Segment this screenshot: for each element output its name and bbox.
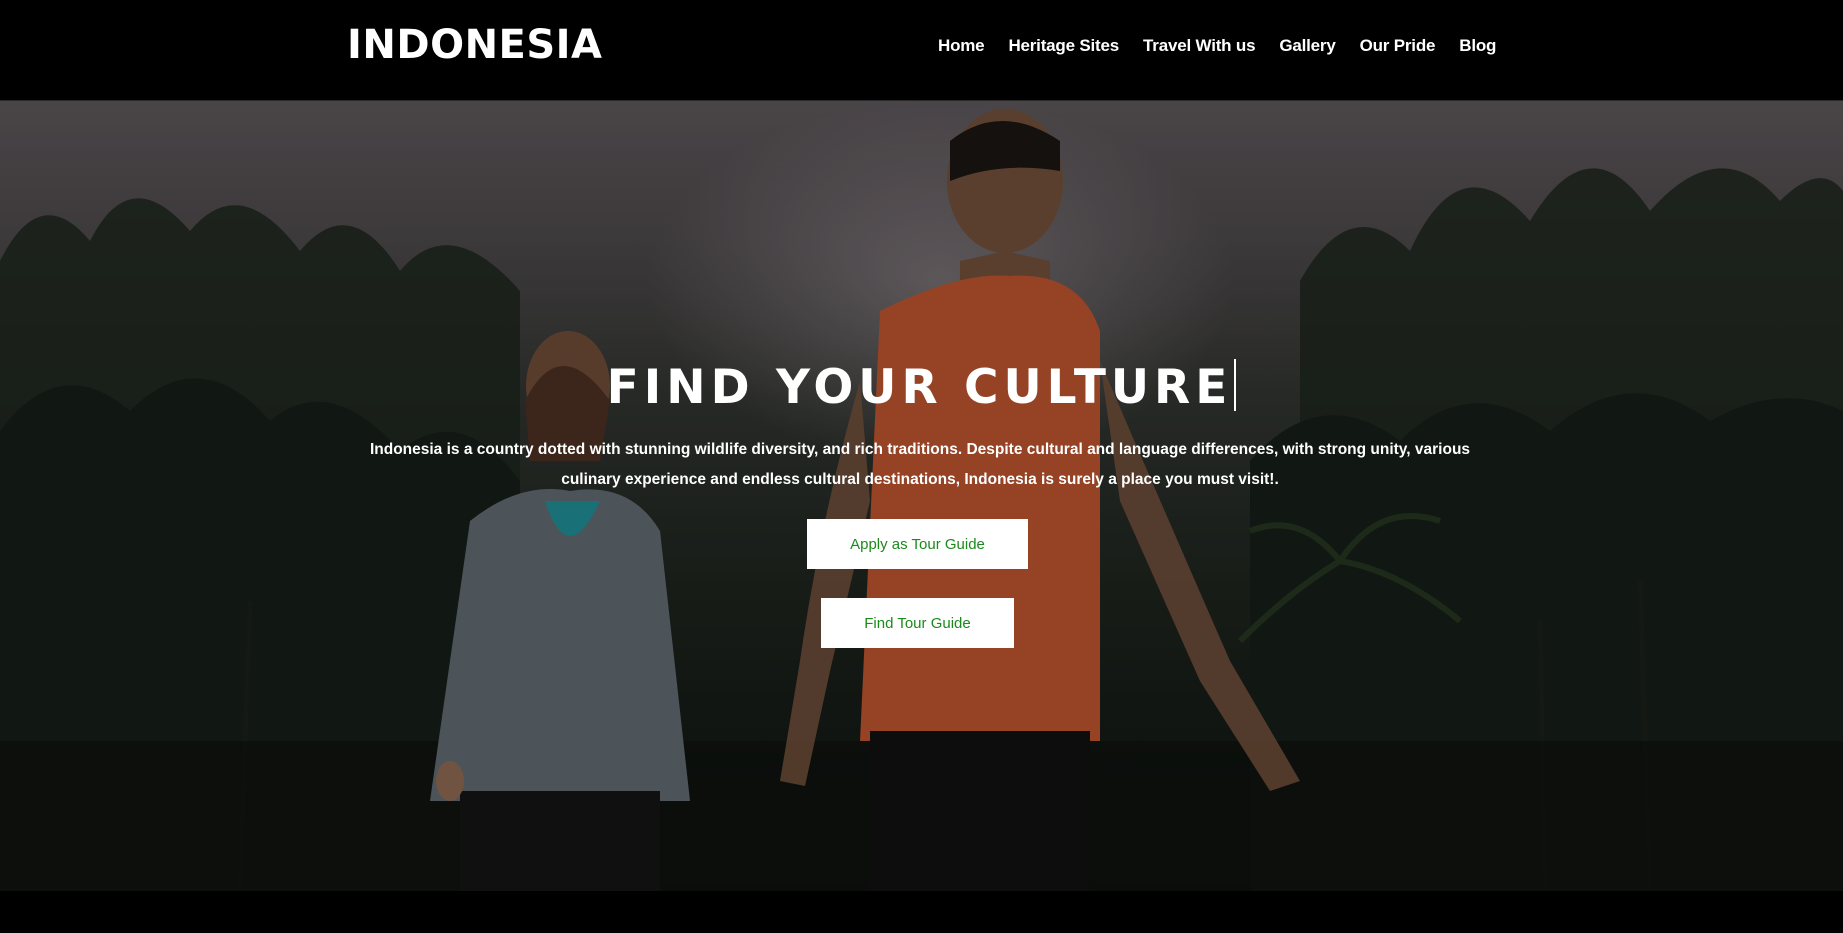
nav-item-our-pride: Our Pride bbox=[1360, 36, 1436, 56]
apply-tour-guide-button[interactable]: Apply as Tour Guide bbox=[807, 519, 1028, 569]
hero-section: FIND YOUR CULTURE Indonesia is a country… bbox=[0, 101, 1843, 891]
hero-title-text: FIND YOUR CULTURE bbox=[606, 360, 1233, 415]
hero-description: Indonesia is a country dotted with stunn… bbox=[369, 441, 1471, 488]
nav-link-heritage-sites[interactable]: Heritage Sites bbox=[1008, 36, 1119, 55]
nav-menu: Home Heritage Sites Travel With us Galle… bbox=[938, 36, 1496, 56]
nav-item-blog: Blog bbox=[1459, 36, 1496, 56]
navbar: INDONESIA Home Heritage Sites Travel Wit… bbox=[0, 0, 1843, 101]
hero-overlay bbox=[0, 101, 1843, 891]
nav-link-gallery[interactable]: Gallery bbox=[1279, 36, 1335, 55]
find-tour-guide-button[interactable]: Find Tour Guide bbox=[821, 598, 1014, 648]
nav-link-home[interactable]: Home bbox=[938, 36, 985, 55]
nav-link-blog[interactable]: Blog bbox=[1459, 36, 1496, 55]
nav-link-travel-with-us[interactable]: Travel With us bbox=[1143, 36, 1256, 55]
typing-caret bbox=[1234, 359, 1237, 411]
nav-item-heritage-sites: Heritage Sites bbox=[1008, 36, 1119, 56]
hero-title: FIND YOUR CULTURE bbox=[0, 359, 1843, 415]
nav-item-home: Home bbox=[938, 36, 985, 56]
nav-item-gallery: Gallery bbox=[1279, 36, 1335, 56]
nav-link-our-pride[interactable]: Our Pride bbox=[1360, 36, 1436, 55]
nav-item-travel-with-us: Travel With us bbox=[1143, 36, 1256, 56]
brand-logo[interactable]: INDONESIA bbox=[347, 22, 603, 68]
bottom-bar bbox=[0, 891, 1843, 933]
